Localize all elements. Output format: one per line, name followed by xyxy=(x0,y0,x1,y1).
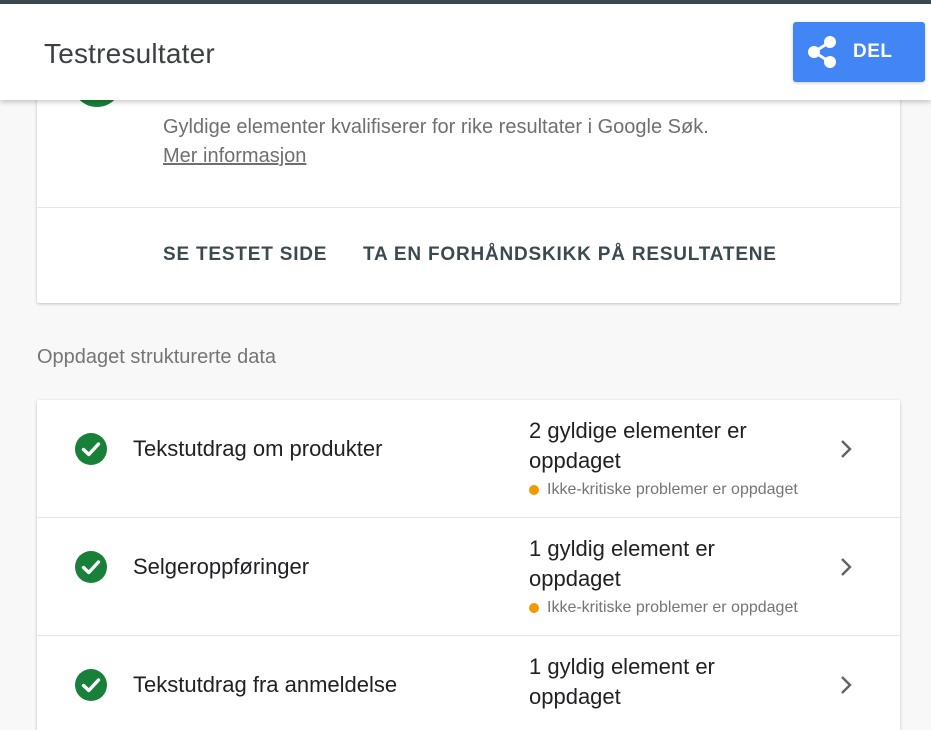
item-name: Selgeroppføringer xyxy=(133,554,310,579)
structured-data-list: Tekstutdrag om produkter 2 gyldige eleme… xyxy=(37,400,900,730)
share-icon xyxy=(808,36,836,68)
preview-results-button[interactable]: TA EN FORHÅNDSKIKK PÅ RESULTATENE xyxy=(363,244,777,266)
share-button[interactable]: DEL xyxy=(793,22,925,82)
more-info-link[interactable]: Mer informasjon xyxy=(163,145,306,168)
share-button-label: DEL xyxy=(853,41,893,62)
item-warning: Ikke-kritiske problemer er oppdaget xyxy=(529,481,799,499)
warning-dot-icon xyxy=(529,485,539,495)
item-count: 1 gyldig element er oppdaget xyxy=(529,536,715,591)
chevron-right-icon xyxy=(841,558,852,576)
item-name: Tekstutdrag fra anmeldelse xyxy=(133,672,398,697)
chevron-right-icon xyxy=(841,440,852,458)
item-warning-text: Ikke-kritiske problemer er oppdaget xyxy=(547,481,798,498)
card-divider xyxy=(37,207,900,208)
check-circle-icon xyxy=(75,669,107,701)
warning-dot-icon xyxy=(529,603,539,613)
chevron-right-icon xyxy=(841,676,852,694)
app-header: Testresultater DEL xyxy=(0,4,931,100)
page-title: Testresultater xyxy=(44,38,215,69)
list-item[interactable]: Tekstutdrag om produkter 2 gyldige eleme… xyxy=(37,400,900,518)
list-item[interactable]: Selgeroppføringer 1 gyldig element er op… xyxy=(37,518,900,636)
view-tested-page-button[interactable]: SE TESTET SIDE xyxy=(163,244,327,266)
item-count: 2 gyldige elementer er oppdaget xyxy=(529,418,747,473)
item-count: 1 gyldig element er oppdaget xyxy=(529,654,715,709)
section-heading: Oppdaget strukturerte data xyxy=(37,346,277,368)
result-description: Gyldige elementer kvalifiserer for rike … xyxy=(163,116,709,138)
item-name: Tekstutdrag om produkter xyxy=(133,436,383,461)
check-circle-icon xyxy=(75,551,107,583)
item-warning: Ikke-kritiske problemer er oppdaget xyxy=(529,599,799,617)
check-circle-icon xyxy=(75,433,107,465)
item-warning-text: Ikke-kritiske problemer er oppdaget xyxy=(547,599,798,616)
list-item[interactable]: Tekstutdrag fra anmeldelse 1 gyldig elem… xyxy=(37,636,900,730)
